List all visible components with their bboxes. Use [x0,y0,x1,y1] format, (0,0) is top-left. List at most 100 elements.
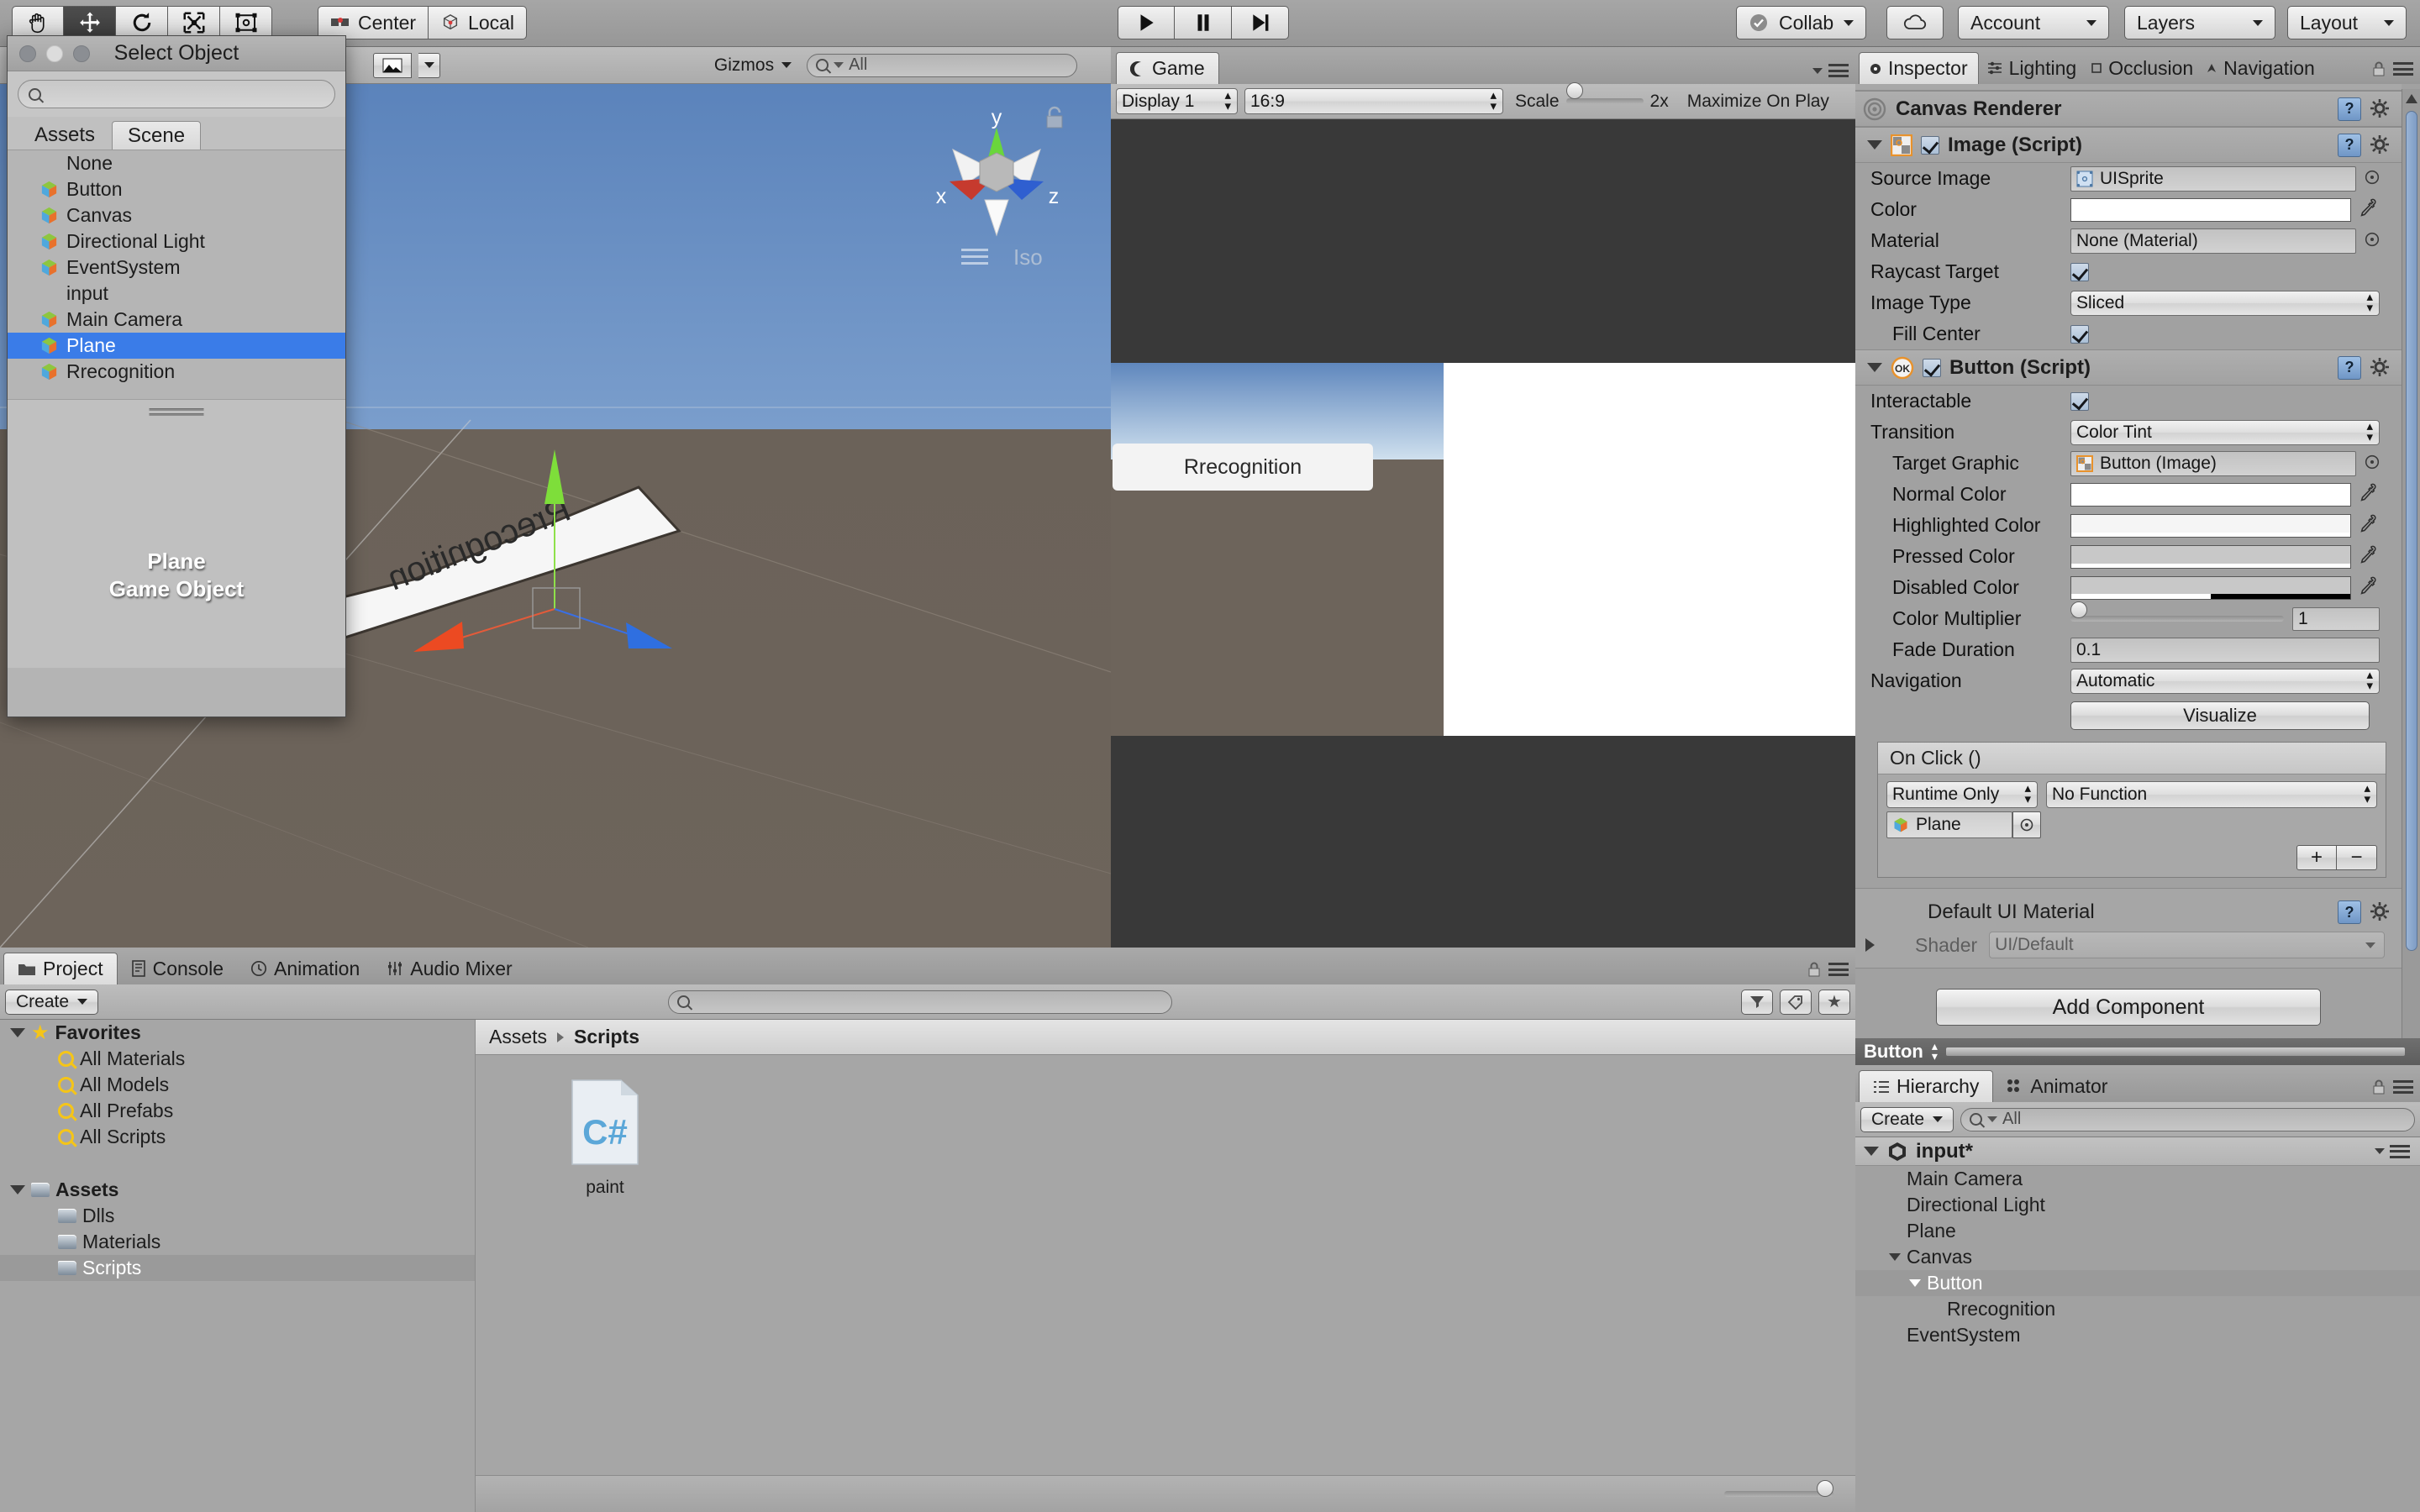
pause-button[interactable] [1175,6,1232,39]
collab-button[interactable]: Collab [1736,6,1866,39]
object-picker-icon[interactable] [2365,232,2380,247]
gizmos-dropdown[interactable]: Gizmos [706,53,800,78]
tab-lighting[interactable]: Lighting [1979,52,2086,84]
button-enabled-checkbox[interactable] [1923,359,1941,377]
expand-triangle-icon[interactable] [10,1028,25,1037]
object-picker-button[interactable] [2365,229,2380,252]
expand-triangle-icon[interactable] [1867,140,1882,150]
dialog-tab-scene[interactable]: Scene [112,121,201,150]
tab-console[interactable]: Console [118,953,237,984]
tab-game[interactable]: Game [1116,52,1219,84]
hierarchy-item-eventsystem[interactable]: EventSystem [1855,1322,2420,1348]
dialog-object-item-none[interactable]: None [8,150,345,176]
game-tab-options[interactable] [1812,64,1849,77]
expand-triangle-icon[interactable] [10,1185,25,1194]
asset-item-paint[interactable]: C# paint [546,1079,664,1198]
property-color-swatch[interactable] [2070,514,2351,538]
preview-resize-grip[interactable] [150,408,204,418]
dialog-object-list[interactable]: NoneButtonCanvasDirectional LightEventSy… [8,150,345,399]
preview-drag-handle[interactable] [1946,1047,2405,1056]
scene-orientation-gizmo[interactable]: y x z Iso [913,101,1081,281]
eyedropper-icon[interactable] [2360,575,2380,596]
select-object-dialog[interactable]: Select Object Assets Scene NoneButtonCan… [7,35,346,717]
project-tree-item-favorites[interactable]: ★Favorites [0,1020,475,1046]
maximize-on-play-toggle[interactable]: Maximize On Play [1687,92,1829,112]
gear-icon[interactable] [2370,134,2391,156]
inspector-scrollbar[interactable] [2402,89,2420,1065]
aspect-dropdown[interactable]: 16:9 ▴▾ [1244,88,1503,114]
visualize-button[interactable]: Visualize [2070,701,2370,730]
hierarchy-tab-options[interactable] [2370,1079,2413,1095]
move-tool-button[interactable] [64,6,116,39]
help-icon[interactable]: ? [2338,356,2361,380]
expand-triangle-icon[interactable] [1864,1147,1879,1156]
hierarchy-create-button[interactable]: Create [1860,1107,1954,1132]
inspector-tab-options[interactable] [2370,60,2413,77]
property-slider[interactable] [2070,607,2284,631]
scene-fx-dropdown[interactable] [418,53,440,78]
scene-lighting-toggle[interactable] [373,53,412,78]
object-picker-button[interactable] [2365,167,2380,190]
hierarchy-item-canvas[interactable]: Canvas [1855,1244,2420,1270]
onclick-add-button[interactable]: + [2296,845,2337,870]
property-dropdown[interactable]: Sliced▴▾ [2070,291,2380,316]
eyedropper-button[interactable] [2360,544,2380,570]
tab-animation[interactable]: Animation [237,953,373,984]
property-color-swatch[interactable] [2070,483,2351,507]
zoom-button[interactable] [73,45,90,62]
scale-tool-button[interactable] [168,6,220,39]
expand-triangle-icon[interactable] [1909,1279,1921,1287]
project-tree-item-all-scripts[interactable]: All Scripts [0,1124,475,1150]
onclick-mode-dropdown[interactable]: Runtime Only ▴▾ [1886,781,2038,808]
eyedropper-icon[interactable] [2360,513,2380,533]
dialog-object-item-directional-light[interactable]: Directional Light [8,228,345,255]
onclick-target-picker[interactable] [2012,811,2041,838]
tab-occlusion[interactable]: Occlusion [2085,52,2200,84]
property-object-field[interactable]: None (Material) [2070,228,2356,254]
project-tree-item-assets[interactable]: Assets [0,1177,475,1203]
gear-icon[interactable] [2370,357,2391,379]
hierarchy-item-directional-light[interactable]: Directional Light [1855,1192,2420,1218]
project-tree[interactable]: ★FavoritesAll MaterialsAll ModelsAll Pre… [0,1020,476,1512]
eyedropper-icon[interactable] [2360,197,2380,218]
component-button-script[interactable]: OK Button (Script) ? [1855,349,2402,386]
dialog-object-item-canvas[interactable]: Canvas [8,202,345,228]
project-search-input[interactable] [668,990,1172,1014]
dialog-object-item-main-camera[interactable]: Main Camera [8,307,345,333]
layout-button[interactable]: Layout [2287,6,2407,39]
shader-dropdown[interactable]: UI/Default [1989,932,2385,958]
space-mode-button[interactable]: Local [429,6,527,39]
filter-type-button[interactable] [1741,990,1773,1015]
project-tree-item-dlls[interactable]: Dlls [0,1203,475,1229]
property-object-field[interactable]: Button (Image) [2070,451,2356,476]
component-canvas-renderer[interactable]: Canvas Renderer ? [1855,91,2402,127]
rotate-tool-button[interactable] [116,6,168,39]
hierarchy-item-button[interactable]: Button [1855,1270,2420,1296]
pivot-mode-button[interactable]: Center [318,6,429,39]
property-checkbox[interactable] [2070,325,2089,344]
project-create-button[interactable]: Create [5,990,98,1015]
tab-project[interactable]: Project [3,953,118,984]
property-number-field[interactable]: 1 [2292,607,2380,631]
dialog-object-item-eventsystem[interactable]: EventSystem [8,255,345,281]
hierarchy-item-main-camera[interactable]: Main Camera [1855,1166,2420,1192]
property-color-swatch[interactable] [2070,576,2351,600]
close-button[interactable] [19,45,36,62]
dialog-search-input[interactable] [18,80,335,108]
hand-tool-button[interactable] [12,6,64,39]
layers-button[interactable]: Layers [2124,6,2275,39]
eyedropper-button[interactable] [2360,575,2380,601]
project-tree-item-all-materials[interactable]: All Materials [0,1046,475,1072]
tab-audio-mixer[interactable]: Audio Mixer [373,953,525,984]
component-image-script[interactable]: Image (Script) ? [1855,127,2402,163]
property-object-field[interactable]: UISprite [2070,166,2356,192]
object-picker-icon[interactable] [2365,454,2380,470]
project-tab-options[interactable] [1806,961,1849,978]
step-button[interactable] [1232,6,1289,39]
rect-tool-button[interactable] [220,6,272,39]
asset-grid[interactable]: C# paint [476,1055,1855,1475]
project-tree-item-all-prefabs[interactable]: All Prefabs [0,1098,475,1124]
minimize-button[interactable] [46,45,63,62]
breadcrumb-assets[interactable]: Assets [489,1026,547,1048]
window-controls[interactable] [19,45,90,62]
